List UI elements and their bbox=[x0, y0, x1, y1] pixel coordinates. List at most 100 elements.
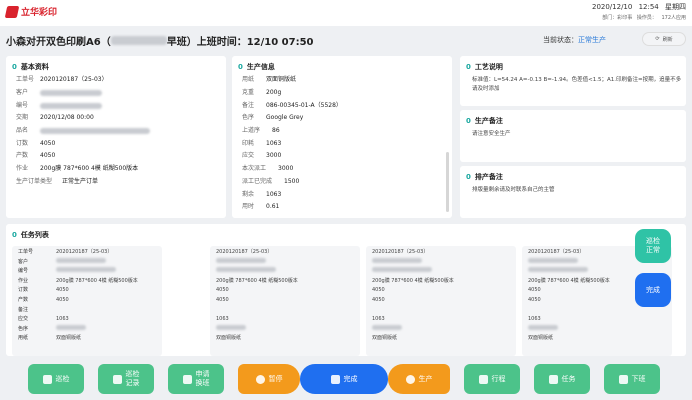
field-value: 1500 bbox=[284, 177, 300, 185]
change-shift-button[interactable]: 申请 换班 bbox=[168, 364, 224, 394]
schedule-note-panel: 0 排产备注 排版量剩余请及时联系自己的主管 bbox=[460, 166, 686, 218]
task-card[interactable]: 2020120187（25-03） 200g膜 787*600 4模 纸糊500… bbox=[366, 246, 516, 356]
field-label: 品名 bbox=[16, 127, 29, 135]
tasks-heading: 任务列表 bbox=[20, 231, 49, 239]
route-button[interactable]: 行程 bbox=[464, 364, 520, 394]
redacted-value bbox=[528, 267, 588, 273]
done-fab-button[interactable]: 完成 bbox=[635, 273, 671, 307]
brand-logo-icon bbox=[4, 5, 20, 18]
field-value: 1063 bbox=[266, 139, 282, 147]
route-label: 行程 bbox=[491, 375, 506, 383]
offwork-label: 下班 bbox=[631, 375, 646, 383]
pause-icon bbox=[255, 374, 265, 384]
redacted-value bbox=[528, 257, 578, 263]
task-qty: 4050 bbox=[528, 287, 541, 294]
task-due: 1063 bbox=[372, 316, 385, 323]
schedule-text: 排版量剩余请及时联系自己的主管 bbox=[472, 187, 555, 193]
status-label: 当前状态： bbox=[543, 36, 578, 44]
redacted-value bbox=[216, 267, 276, 273]
field-value: Google Grey bbox=[266, 114, 304, 122]
offwork-button[interactable]: 下班 bbox=[604, 364, 660, 394]
complete-icon bbox=[330, 374, 340, 384]
title-bar: 小森对开双色印刷A6（ 早班）上班时间：12/10 07:50 当前状态：正常生… bbox=[0, 28, 692, 50]
task-due: 1063 bbox=[528, 316, 541, 323]
record-icon bbox=[112, 374, 122, 384]
task-prod: 4050 bbox=[56, 296, 69, 303]
task-paper: 双面铜版纸 bbox=[216, 335, 242, 342]
craft-num: 0 bbox=[466, 63, 471, 71]
field-value: 200g bbox=[266, 89, 282, 97]
task-list-panel: 0 任务列表 工单号 客户 编号 作业 订数 产数 备注 应交 色序 用纸 202… bbox=[6, 224, 686, 356]
task-order: 2020120187（25-03） bbox=[528, 249, 585, 255]
field-label: 印耗 bbox=[242, 139, 255, 147]
prodnote-heading: 生产备注 bbox=[474, 117, 503, 125]
refresh-label: 刷新 bbox=[662, 36, 673, 43]
field-label: 交期 bbox=[16, 114, 29, 122]
task-paper: 双面铜版纸 bbox=[372, 335, 398, 342]
refresh-button[interactable]: ⟳ 刷新 bbox=[642, 32, 686, 46]
operator-label: 操作员： bbox=[636, 15, 657, 21]
field-label: 克重 bbox=[242, 89, 255, 97]
brand-name: 立华彩印 bbox=[21, 8, 58, 18]
complete-button[interactable]: 完成 bbox=[300, 364, 388, 394]
production-info-list: 用纸 双面铜版纸 克重 200g 备注 086-00345-01-A（5528） 色序… bbox=[242, 74, 342, 214]
field-label: 用纸 bbox=[242, 76, 255, 84]
field-label: 作业 bbox=[16, 165, 29, 173]
task-icon bbox=[548, 374, 558, 384]
task-label: 订数 bbox=[18, 287, 29, 294]
task-button[interactable]: 任务 bbox=[534, 364, 590, 394]
basic-num: 0 bbox=[12, 63, 17, 71]
redacted-value bbox=[40, 128, 150, 135]
task-job: 200g膜 787*600 4模 纸糊500版本 bbox=[372, 277, 454, 284]
task-label: 作业 bbox=[18, 277, 29, 284]
task-order: 2020120187（25-03） bbox=[372, 249, 429, 255]
redacted-value bbox=[40, 90, 102, 97]
schedule-num: 0 bbox=[466, 173, 471, 181]
inspect-record-label: 巡检 记录 bbox=[125, 370, 140, 387]
produce-button[interactable]: 生产 bbox=[388, 364, 450, 394]
basic-heading: 基本资料 bbox=[20, 63, 49, 71]
prod-num: 0 bbox=[238, 63, 243, 71]
title-suffix: 早班）上班时间：12/10 07:50 bbox=[166, 37, 314, 48]
field-label: 订数 bbox=[16, 139, 29, 147]
task-qty: 4050 bbox=[56, 287, 69, 294]
pause-button[interactable]: 暂停 bbox=[238, 364, 300, 394]
ip-label: 172人应用 bbox=[661, 15, 686, 21]
basic-info-panel: 0 基本资料 工单号 2020120187（25-03） 客户 编号 交期 2020/… bbox=[6, 56, 226, 218]
field-label: 编号 bbox=[16, 101, 29, 109]
check-normal-button[interactable]: 巡检 正常 bbox=[635, 229, 671, 263]
redacted-value bbox=[56, 324, 86, 330]
task-due: 1063 bbox=[216, 316, 229, 323]
produce-label: 生产 bbox=[418, 375, 433, 383]
craft-heading: 工艺说明 bbox=[474, 63, 503, 71]
datetime: 2020/12/10 12:54 星期四 部门：彩印事 操作员： 172人应用 bbox=[588, 2, 686, 21]
inspect-label: 巡检 bbox=[55, 375, 70, 383]
task-qty: 4050 bbox=[216, 287, 229, 294]
field-label: 用时 bbox=[242, 203, 255, 211]
dept-label: 部门：彩印事 bbox=[602, 15, 633, 21]
redacted-value bbox=[372, 324, 402, 330]
field-value: 2020/12/08 00:00 bbox=[40, 114, 94, 122]
scrollbar[interactable] bbox=[446, 152, 449, 212]
task-paper: 双面铜版纸 bbox=[528, 335, 554, 342]
task-prod: 4050 bbox=[216, 296, 229, 303]
weekday: 星期四 bbox=[665, 3, 686, 11]
task-label: 备注 bbox=[18, 306, 29, 313]
footer-toolbar: 巡检 巡检 记录 申请 换班 暂停 完成 生产 行程 任务 下班 bbox=[0, 358, 692, 400]
inspect-button[interactable]: 巡检 bbox=[28, 364, 84, 394]
date: 2020/12/10 bbox=[591, 3, 633, 11]
status-badge: 当前状态：正常生产 bbox=[543, 35, 606, 45]
task-card[interactable]: 2020120187（25-03） 200g膜 787*600 4模 纸糊500… bbox=[210, 246, 360, 356]
inspect-icon bbox=[42, 374, 52, 384]
inspect-record-button[interactable]: 巡检 记录 bbox=[98, 364, 154, 394]
redacted-value bbox=[216, 324, 246, 330]
field-value: 3000 bbox=[278, 165, 294, 173]
field-value: 0.61 bbox=[266, 203, 280, 211]
task-card[interactable]: 工单号 客户 编号 作业 订数 产数 备注 应交 色序 用纸 202012018… bbox=[12, 246, 162, 356]
prod-heading: 生产信息 bbox=[246, 63, 275, 71]
field-label: 本次派工 bbox=[242, 165, 267, 173]
task-label: 应交 bbox=[18, 316, 29, 323]
field-value: 3000 bbox=[266, 152, 282, 160]
craft-panel: 0 工艺说明 标准值：L=54.24 A=-0.13 B=-1.94。色差值<1.… bbox=[460, 56, 686, 106]
craft-text: 标准值：L=54.24 A=-0.13 B=-1.94。色差值<1.5；A1.印… bbox=[472, 77, 682, 92]
